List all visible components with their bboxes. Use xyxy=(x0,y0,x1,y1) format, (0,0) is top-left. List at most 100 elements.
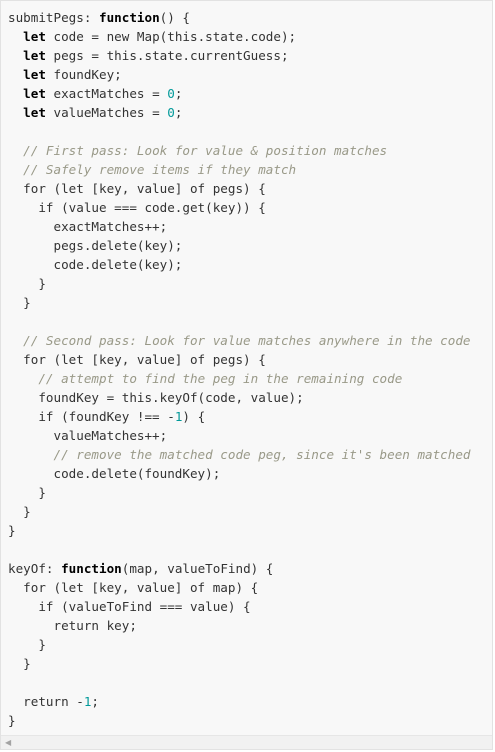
code-content: submitPegs: function() { let code = new … xyxy=(8,8,471,730)
code-line: // First pass: Look for value & position… xyxy=(8,141,471,160)
code-keyword: function xyxy=(61,561,122,576)
code-token: if (value === code.get(key)) { xyxy=(8,200,266,215)
code-token: exactMatches = xyxy=(45,86,168,101)
code-line: } xyxy=(8,483,471,502)
code-line: let foundKey; xyxy=(8,65,471,84)
code-token: return - xyxy=(8,694,84,709)
code-token: for (let [key, value] of pegs) { xyxy=(8,352,266,367)
code-comment: // remove the matched code peg, since it… xyxy=(53,447,471,462)
code-line: let code = new Map(this.state.code); xyxy=(8,27,471,46)
code-line: code.delete(foundKey); xyxy=(8,464,471,483)
code-line: valueMatches++; xyxy=(8,426,471,445)
code-line: // remove the matched code peg, since it… xyxy=(8,445,471,464)
code-line: if (value === code.get(key)) { xyxy=(8,198,471,217)
code-line: for (let [key, value] of pegs) { xyxy=(8,179,471,198)
code-line: return key; xyxy=(8,616,471,635)
code-token: pegs = this.state.currentGuess; xyxy=(45,48,289,63)
code-line: exactMatches++; xyxy=(8,217,471,236)
code-line: if (foundKey !== -1) { xyxy=(8,407,471,426)
code-line: // Safely remove items if they match xyxy=(8,160,471,179)
code-token: for (let [key, value] of pegs) { xyxy=(8,181,266,196)
code-token: submitPegs: xyxy=(8,10,99,25)
code-token: ) { xyxy=(182,409,206,424)
code-line: // attempt to find the peg in the remain… xyxy=(8,369,471,388)
code-token: } xyxy=(8,523,16,538)
code-line: keyOf: function(map, valueToFind) { xyxy=(8,559,471,578)
code-line: foundKey = this.keyOf(code, value); xyxy=(8,388,471,407)
code-token: } xyxy=(8,656,31,671)
code-keyword: let xyxy=(23,105,46,120)
code-line: if (valueToFind === value) { xyxy=(8,597,471,616)
code-token: code.delete(key); xyxy=(8,257,183,272)
code-line: submitPegs: function() { xyxy=(8,8,471,27)
code-token: foundKey = this.keyOf(code, value); xyxy=(8,390,304,405)
code-token: return key; xyxy=(8,618,137,633)
code-token: valueMatches = xyxy=(45,105,168,120)
horizontal-scrollbar[interactable]: ◀ xyxy=(1,735,492,749)
code-token: if (foundKey !== - xyxy=(8,409,175,424)
code-block: submitPegs: function() { let code = new … xyxy=(0,0,493,750)
code-line: } xyxy=(8,521,471,540)
code-keyword: let xyxy=(23,48,46,63)
code-line: return -1; xyxy=(8,692,471,711)
code-keyword: let xyxy=(23,67,46,82)
code-token: ; xyxy=(91,694,100,709)
code-line: } xyxy=(8,711,471,730)
code-token: ; xyxy=(174,105,183,120)
code-line: let pegs = this.state.currentGuess; xyxy=(8,46,471,65)
code-line: } xyxy=(8,293,471,312)
code-comment: // Safely remove items if they match xyxy=(23,162,297,177)
code-token: } xyxy=(8,295,31,310)
code-comment: // First pass: Look for value & position… xyxy=(23,143,388,158)
code-token: for (let [key, value] of map) { xyxy=(8,580,259,595)
code-line: // Second pass: Look for value matches a… xyxy=(8,331,471,350)
code-line: pegs.delete(key); xyxy=(8,236,471,255)
code-token: code.delete(foundKey); xyxy=(8,466,221,481)
code-token: ; xyxy=(174,86,183,101)
code-keyword: let xyxy=(23,29,46,44)
code-line: let exactMatches = 0; xyxy=(8,84,471,103)
code-token: code = new Map(this.state.code); xyxy=(45,29,297,44)
code-token: } xyxy=(8,637,46,652)
code-comment: // Second pass: Look for value matches a… xyxy=(23,333,471,348)
code-token: exactMatches++; xyxy=(8,219,168,234)
code-line: } xyxy=(8,654,471,673)
code-line: } xyxy=(8,274,471,293)
code-keyword: let xyxy=(23,86,46,101)
code-token: pegs.delete(key); xyxy=(8,238,183,253)
code-token: } xyxy=(8,713,16,728)
code-comment: // attempt to find the peg in the remain… xyxy=(38,371,403,386)
code-line: } xyxy=(8,635,471,654)
code-line: let valueMatches = 0; xyxy=(8,103,471,122)
code-line: for (let [key, value] of pegs) { xyxy=(8,350,471,369)
code-token: valueMatches++; xyxy=(8,428,168,443)
code-token: if (valueToFind === value) { xyxy=(8,599,251,614)
code-keyword: function xyxy=(99,10,160,25)
code-token: } xyxy=(8,276,46,291)
code-line: } xyxy=(8,502,471,521)
code-number: 0 xyxy=(167,86,175,101)
code-line: code.delete(key); xyxy=(8,255,471,274)
code-number: 0 xyxy=(167,105,175,120)
code-line: for (let [key, value] of map) { xyxy=(8,578,471,597)
code-token: () { xyxy=(159,10,191,25)
scroll-left-arrow-icon[interactable]: ◀ xyxy=(5,736,11,749)
code-token: } xyxy=(8,485,46,500)
code-token: keyOf: xyxy=(8,561,62,576)
code-token: } xyxy=(8,504,31,519)
code-token: foundKey; xyxy=(45,67,122,82)
